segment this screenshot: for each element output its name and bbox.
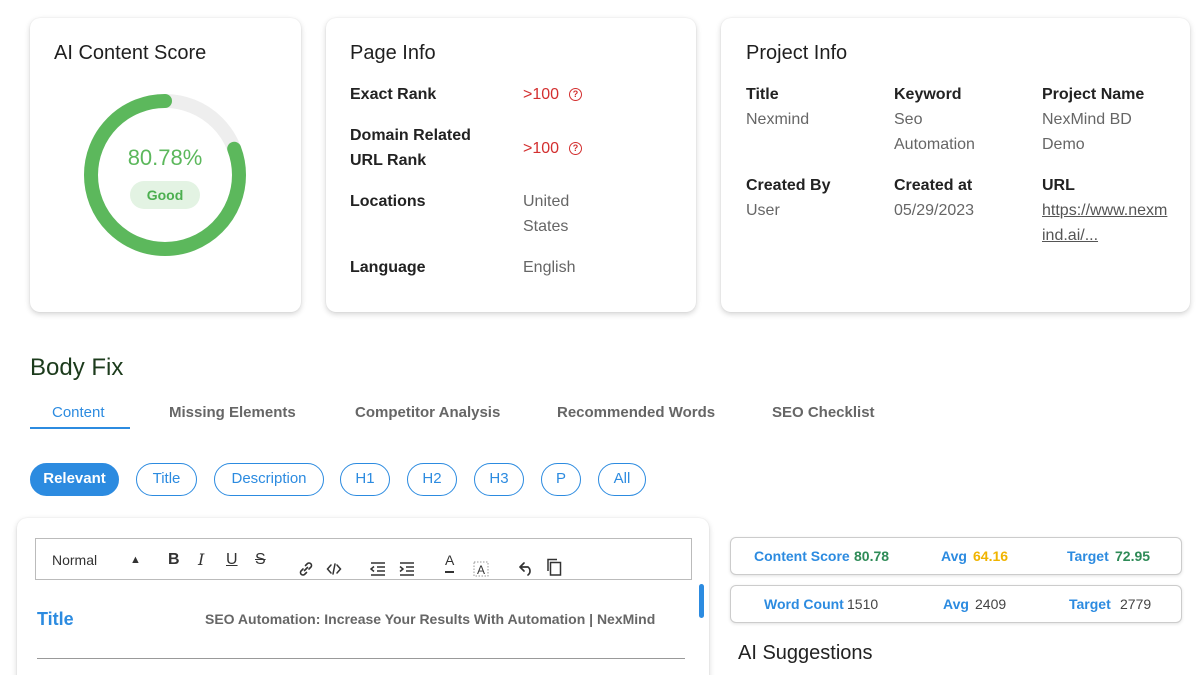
page-info-card: Page Info Exact Rank >100 ? Domain Relat… (326, 18, 696, 312)
language-label: Language (350, 259, 426, 276)
score-donut: 80.78% Good (80, 90, 250, 260)
tab-missing-elements[interactable]: Missing Elements (169, 404, 296, 421)
content-avg-value: 64.16 (973, 548, 1009, 564)
link-icon[interactable] (298, 552, 314, 576)
project-name-value: NexMind BD Demo (1042, 111, 1132, 153)
created-at-label: Created at (894, 177, 973, 194)
language-value: English (523, 259, 576, 276)
locations-value: United States (523, 193, 570, 235)
url-link[interactable]: https://www.nexmind.ai/... (1042, 198, 1170, 248)
word-count-value: 1510 (847, 596, 879, 612)
chip-h3[interactable]: H3 (474, 463, 524, 496)
tab-recommended-words[interactable]: Recommended Words (557, 404, 715, 421)
strikethrough-icon[interactable]: S (255, 539, 266, 581)
content-score-label: Content Score (754, 548, 850, 564)
created-by-label: Created By (746, 177, 831, 194)
domain-rank-label: Domain Related URL Rank (350, 127, 471, 169)
bold-icon[interactable]: B (168, 539, 180, 581)
undo-icon[interactable] (517, 552, 535, 576)
word-target-label: Target (1069, 596, 1111, 612)
url-label: URL (1042, 177, 1075, 194)
chip-all[interactable]: All (598, 463, 646, 496)
svg-text:A: A (477, 563, 485, 577)
content-score-metrics: Content Score 80.78 Avg 64.16 Target 72.… (730, 537, 1182, 575)
created-by-value: User (746, 202, 780, 219)
content-target-label: Target (1067, 548, 1109, 564)
page-info-title: Page Info (350, 42, 436, 64)
editor-title-value[interactable]: SEO Automation: Increase Your Results Wi… (205, 611, 655, 627)
keyword-label: Keyword (894, 86, 962, 103)
content-target-value: 72.95 (1115, 548, 1151, 564)
editor-title-label: Title (37, 609, 74, 629)
score-value: 80.78% (127, 145, 203, 170)
chip-h2[interactable]: H2 (407, 463, 457, 496)
tab-content[interactable]: Content (52, 404, 105, 421)
content-score-value: 80.78 (854, 548, 890, 564)
title-value: Nexmind (746, 111, 810, 128)
highlight-icon[interactable]: A (473, 552, 489, 577)
word-avg-label: Avg (943, 596, 969, 612)
indent-icon[interactable] (399, 552, 415, 576)
tab-competitor-analysis[interactable]: Competitor Analysis (355, 404, 500, 421)
keyword-value: Seo Automation (894, 111, 975, 153)
word-target-value: 2779 (1120, 596, 1152, 612)
code-icon[interactable] (326, 552, 342, 575)
score-donut-chart (84, 94, 246, 256)
content-avg-label: Avg (941, 548, 967, 564)
chip-description[interactable]: Description (214, 463, 324, 496)
active-tab-indicator (30, 427, 130, 429)
editor-toolbar: Normal ▲ B I U S A A (35, 538, 692, 580)
score-badge: Good (130, 181, 200, 209)
exact-rank-text: >100 (523, 86, 560, 103)
italic-icon[interactable]: I (198, 539, 204, 581)
select-arrow-icon[interactable]: ▲ (130, 539, 141, 581)
format-select[interactable]: Normal (52, 539, 97, 581)
exact-rank-value: >100 ? (523, 82, 673, 107)
word-avg-value: 2409 (975, 596, 1007, 612)
project-info-card: Project Info Title Nexmind Keyword Seo A… (721, 18, 1190, 312)
title-label: Title (746, 86, 779, 103)
exact-rank-label: Exact Rank (350, 86, 437, 103)
ai-content-score-title: AI Content Score (54, 42, 207, 64)
ai-suggestions-title: AI Suggestions (738, 642, 873, 664)
text-color-icon[interactable]: A (445, 545, 455, 573)
content-editor: Normal ▲ B I U S A A Title SEO Automatio… (17, 518, 709, 675)
project-name-label: Project Name (1042, 86, 1145, 103)
editor-scrollbar[interactable] (699, 584, 704, 618)
help-icon[interactable]: ? (569, 142, 583, 155)
ai-content-score-card: AI Content Score 80.78% Good (30, 18, 301, 312)
outdent-icon[interactable] (369, 552, 386, 576)
locations-label: Locations (350, 193, 426, 210)
chip-h1[interactable]: H1 (340, 463, 390, 496)
word-count-metrics: Word Count 1510 Avg 2409 Target 2779 (730, 585, 1182, 623)
chip-relevant[interactable]: Relevant (30, 463, 119, 496)
editor-divider (37, 658, 685, 659)
chip-title[interactable]: Title (136, 463, 197, 496)
project-info-title: Project Info (746, 42, 848, 64)
copy-icon[interactable] (546, 551, 562, 576)
chip-p[interactable]: P (541, 463, 581, 496)
domain-rank-value: >100 ? (523, 136, 673, 161)
created-at-value: 05/29/2023 (894, 202, 975, 219)
word-count-label: Word Count (764, 596, 844, 612)
underline-icon[interactable]: U (226, 539, 238, 581)
body-fix-title: Body Fix (30, 354, 124, 381)
tab-seo-checklist[interactable]: SEO Checklist (772, 404, 875, 421)
domain-rank-text: >100 (523, 140, 560, 157)
help-icon[interactable]: ? (569, 88, 583, 101)
